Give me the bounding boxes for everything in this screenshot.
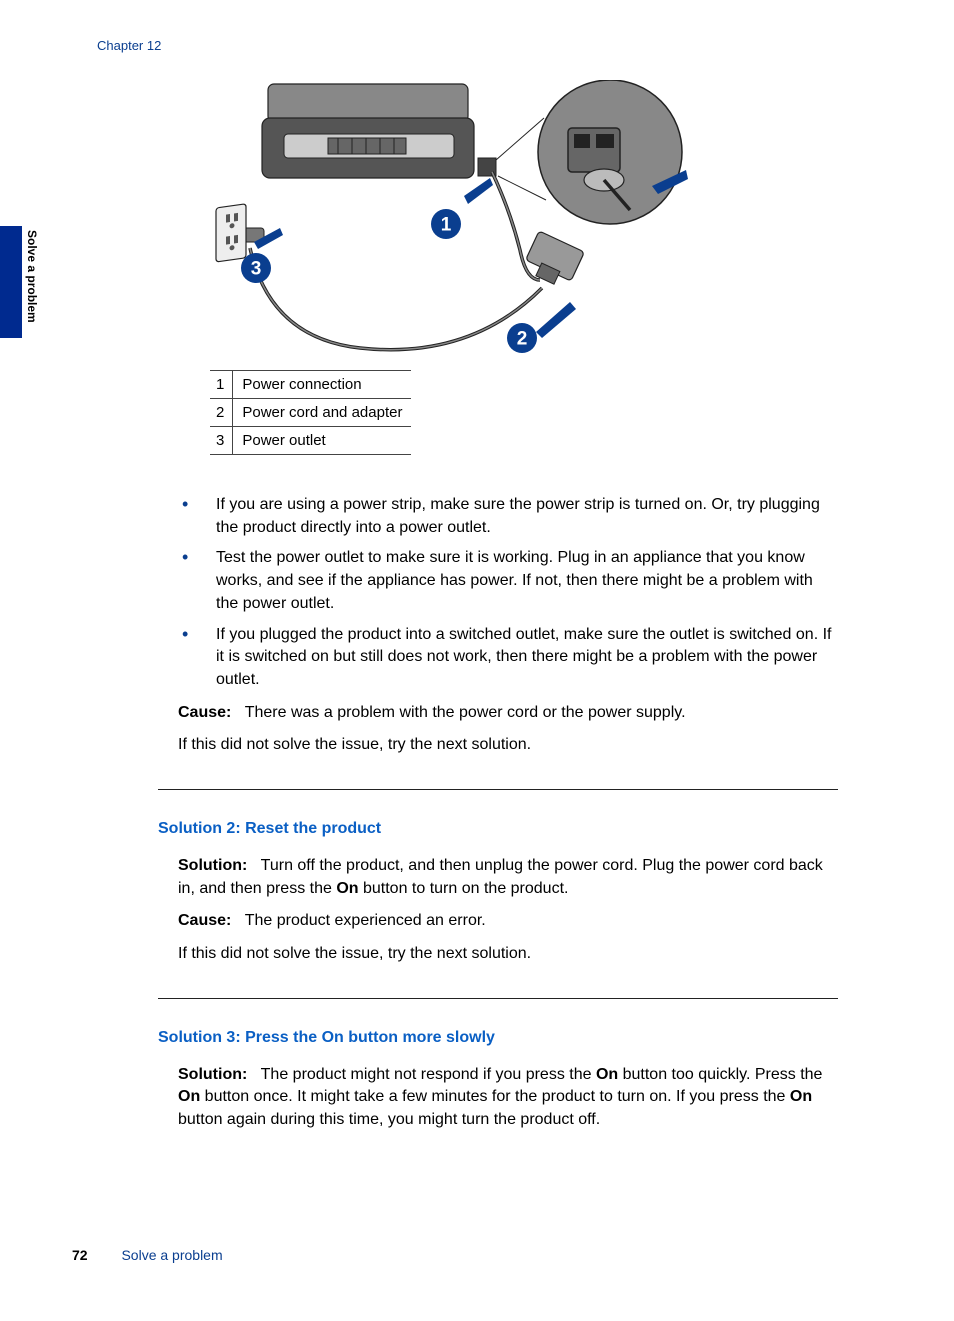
sol3-c: button once. It might take a few minutes… xyxy=(200,1088,790,1105)
solution-label: Solution: xyxy=(178,857,247,874)
cause-paragraph: Cause: There was a problem with the powe… xyxy=(178,702,838,725)
legend-row-3-num: 3 xyxy=(210,427,233,455)
divider xyxy=(158,998,838,999)
solution-2-heading: Solution 2: Reset the product xyxy=(158,818,838,841)
power-connection-diagram: 1 2 3 xyxy=(210,80,700,360)
cause-label: Cause: xyxy=(178,912,231,929)
sol3-heading-a: Solution 3: Press the xyxy=(158,1029,322,1046)
cause-text: There was a problem with the power cord … xyxy=(245,704,686,721)
legend-row-3-text: Power outlet xyxy=(233,427,412,455)
divider xyxy=(158,789,838,790)
legend-row-2-text: Power cord and adapter xyxy=(233,399,412,427)
page-number: 72 xyxy=(72,1247,88,1263)
footer-title: Solve a problem xyxy=(121,1247,222,1263)
legend-row-1-num: 1 xyxy=(210,371,233,399)
sol3-d: button again during this time, you might… xyxy=(178,1111,600,1128)
sol3-b: button too quickly. Press the xyxy=(618,1066,822,1083)
on-word: On xyxy=(322,1029,344,1046)
on-word: On xyxy=(596,1066,618,1083)
list-item: If you are using a power strip, make sur… xyxy=(158,494,838,539)
bullet-list: If you are using a power strip, make sur… xyxy=(158,494,838,692)
sol3-heading-b: button more slowly xyxy=(344,1029,495,1046)
legend-row-2-num: 2 xyxy=(210,399,233,427)
main-content: If you are using a power strip, make sur… xyxy=(158,494,838,1142)
legend-row-1-text: Power connection xyxy=(233,371,412,399)
legend-table: 1 Power connection 2 Power cord and adap… xyxy=(210,370,411,455)
try-next-paragraph: If this did not solve the issue, try the… xyxy=(178,734,838,757)
callout-2: 2 xyxy=(517,329,528,350)
solution-2-text-b: button to turn on the product. xyxy=(359,880,569,897)
on-word: On xyxy=(790,1088,812,1105)
solution-3-paragraph: Solution: The product might not respond … xyxy=(178,1064,838,1132)
callout-1: 1 xyxy=(441,215,452,236)
cause-2-text: The product experienced an error. xyxy=(245,912,486,929)
cause-label: Cause: xyxy=(178,704,231,721)
page-footer: 72 Solve a problem xyxy=(72,1247,223,1263)
sol3-a: The product might not respond if you pre… xyxy=(261,1066,596,1083)
side-tab-label: Solve a problem xyxy=(22,226,42,338)
chapter-header: Chapter 12 xyxy=(97,38,161,53)
list-item: If you plugged the product into a switch… xyxy=(158,624,838,692)
on-word: On xyxy=(336,880,358,897)
solution-3-heading: Solution 3: Press the On button more slo… xyxy=(158,1027,838,1050)
callout-3: 3 xyxy=(251,259,262,280)
on-word: On xyxy=(178,1088,200,1105)
side-tab-bar xyxy=(0,226,22,338)
list-item: Test the power outlet to make sure it is… xyxy=(158,547,838,615)
cause-paragraph-2: Cause: The product experienced an error. xyxy=(178,910,838,933)
solution-label: Solution: xyxy=(178,1066,247,1083)
try-next-paragraph-2: If this did not solve the issue, try the… xyxy=(178,943,838,966)
solution-2-paragraph: Solution: Turn off the product, and then… xyxy=(178,855,838,900)
